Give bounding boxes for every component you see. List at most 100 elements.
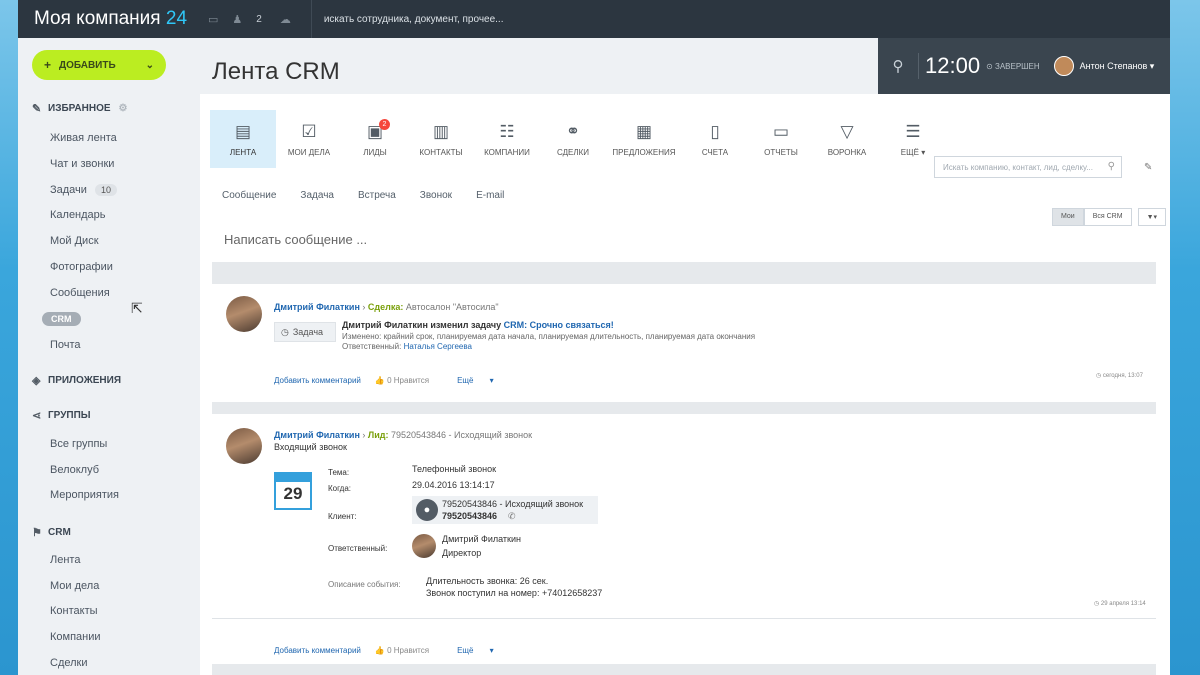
tab-label: ВОРОНКА bbox=[827, 147, 867, 157]
sidebar-item-bike-club[interactable]: Велоклуб bbox=[50, 464, 99, 476]
header-right-panel: ⚲ 12:00 ⊙ ЗАВЕРШЕН Антон Степанов ▾ bbox=[878, 38, 1170, 94]
tab-leads[interactable]: 2 ▣ ЛИДЫ bbox=[342, 110, 408, 168]
tab-deals[interactable]: ⚭ СДЕЛКИ bbox=[540, 110, 606, 168]
tab-label: СЧЕТА bbox=[701, 147, 729, 157]
crm-search-input[interactable]: Искать компанию, контакт, лид, сделку...… bbox=[934, 156, 1122, 178]
sidebar-item-messages[interactable]: Сообщения bbox=[50, 287, 110, 299]
sidebar-item-crm[interactable]: CRM bbox=[42, 312, 81, 326]
sidebar-section-apps[interactable]: ◈ ПРИЛОЖЕНИЯ bbox=[32, 374, 121, 387]
tab-invoices[interactable]: ▯ СЧЕТА bbox=[682, 110, 748, 168]
funnel-icon: ▽ bbox=[840, 121, 854, 141]
responsible-name[interactable]: Дмитрий Филаткин bbox=[442, 534, 521, 544]
tab-quotes[interactable]: ▦ ПРЕДЛОЖЕНИЯ bbox=[606, 110, 682, 168]
crm-nav: ▤ ЛЕНТА ☑ МОИ ДЕЛА 2 ▣ ЛИДЫ ▥ КОНТАКТЫ ☷ КОМПА… bbox=[210, 110, 946, 168]
entity-name[interactable]: Автосалон "Автосила" bbox=[406, 302, 499, 312]
like-button[interactable]: 👍 0 Нравится bbox=[375, 376, 443, 385]
task-chip[interactable]: ◷ Задача bbox=[274, 322, 336, 342]
sidebar-item-mail[interactable]: Почта bbox=[50, 339, 81, 351]
tab-message[interactable]: Сообщение bbox=[222, 190, 276, 201]
more-link[interactable]: Ещё ▾ bbox=[457, 646, 494, 655]
plus-icon: + bbox=[44, 58, 52, 72]
notify-count[interactable]: 2 bbox=[256, 14, 262, 25]
chat-icon[interactable]: ▭ bbox=[208, 13, 218, 26]
sidebar-item-crm-contacts[interactable]: Контакты bbox=[50, 605, 98, 617]
sidebar-section-groups[interactable]: ⋖ ГРУППЫ bbox=[32, 409, 91, 422]
tab-meeting[interactable]: Встреча bbox=[358, 190, 396, 201]
tab-label: МОИ ДЕЛА bbox=[287, 147, 331, 157]
sidebar-item-disk[interactable]: Мой Диск bbox=[50, 235, 99, 247]
sidebar-item-chat[interactable]: Чат и звонки bbox=[50, 158, 114, 170]
clock-icon: ◷ bbox=[281, 326, 289, 337]
write-message-input[interactable]: Написать сообщение ... bbox=[224, 232, 367, 247]
pencil-icon[interactable]: ✎ bbox=[1144, 162, 1152, 173]
sidebar-section-favorites[interactable]: ✎ ИЗБРАННОЕ ⚙ bbox=[32, 102, 128, 115]
sidebar-item-all-groups[interactable]: Все группы bbox=[50, 438, 107, 450]
task-changes: Изменено: крайний срок, планируемая дата… bbox=[342, 332, 755, 341]
calendar-day: 29 bbox=[283, 484, 303, 503]
tab-contacts[interactable]: ▥ КОНТАКТЫ bbox=[408, 110, 474, 168]
tab-call[interactable]: Звонок bbox=[420, 190, 452, 201]
sidebar-item-calendar[interactable]: Календарь bbox=[50, 209, 106, 221]
tab-more-label: ЕЩЁ bbox=[900, 147, 919, 157]
person-icon: ● bbox=[416, 499, 438, 521]
calendar-top bbox=[276, 474, 310, 482]
sidebar-item-events[interactable]: Мероприятия bbox=[50, 489, 119, 501]
filter-all-crm[interactable]: Вся CRM bbox=[1083, 208, 1132, 226]
tab-task[interactable]: Задача bbox=[300, 190, 334, 201]
tab-reports[interactable]: ▭ ОТЧЕТЫ bbox=[748, 110, 814, 168]
filter-icon[interactable]: ▼▾ bbox=[1137, 208, 1167, 226]
entity-name[interactable]: 79520543846 - Исходящий звонок bbox=[391, 430, 532, 440]
author-name[interactable]: Дмитрий Филаткин bbox=[274, 430, 360, 440]
like-button[interactable]: 👍 0 Нравится bbox=[375, 646, 443, 655]
theme-label: Тема: bbox=[328, 468, 350, 477]
author-avatar[interactable] bbox=[226, 428, 262, 464]
sidebar-item-crm-deals[interactable]: Сделки bbox=[50, 657, 88, 669]
people-icon: ☷ bbox=[499, 121, 515, 141]
tab-label: СДЕЛКИ bbox=[556, 147, 589, 157]
sidebar-item-label: Мои дела bbox=[50, 580, 100, 592]
more-link[interactable]: Ещё ▾ bbox=[457, 376, 494, 385]
sidebar-item-photos[interactable]: Фотографии bbox=[50, 261, 113, 273]
global-search-input[interactable]: искать сотрудника, документ, прочее... bbox=[324, 14, 504, 25]
sidebar-section-crm[interactable]: ⚑ CRM bbox=[32, 526, 71, 539]
sidebar-item-crm-companies[interactable]: Компании bbox=[50, 631, 101, 643]
task-link[interactable]: CRM: Срочно связаться! bbox=[504, 320, 614, 330]
responsible-avatar[interactable] bbox=[412, 534, 436, 558]
bell-icon[interactable]: ♟ bbox=[232, 13, 242, 26]
cloud-icon[interactable]: ☁ bbox=[280, 13, 291, 26]
logo[interactable]: Моя компания 24 bbox=[18, 8, 208, 30]
clock[interactable]: 12:00 bbox=[918, 53, 986, 79]
sidebar-item-crm-feed[interactable]: Лента bbox=[50, 554, 80, 566]
responsible-name[interactable]: Наталья Сергеева bbox=[404, 342, 472, 351]
tab-activities[interactable]: ☑ МОИ ДЕЛА bbox=[276, 110, 342, 168]
add-button[interactable]: + ДОБАВИТЬ ⌄ bbox=[32, 50, 166, 80]
add-comment-link[interactable]: Добавить комментарий bbox=[274, 646, 361, 655]
gear-icon[interactable]: ⚙ bbox=[119, 103, 128, 114]
sidebar-item-tasks[interactable]: Задачи 10 bbox=[50, 184, 117, 196]
tab-feed[interactable]: ▤ ЛЕНТА bbox=[210, 110, 276, 168]
add-comment-link[interactable]: Добавить комментарий bbox=[274, 376, 361, 385]
user-avatar[interactable] bbox=[1053, 56, 1074, 76]
sidebar-item-label: Календарь bbox=[50, 209, 106, 221]
search-icon[interactable]: ⚲ bbox=[878, 57, 918, 75]
sidebar-item-live-feed[interactable]: Живая лента bbox=[50, 132, 117, 144]
sidebar-item-crm-activities[interactable]: Мои дела bbox=[50, 580, 99, 592]
tab-companies[interactable]: ☷ КОМПАНИИ bbox=[474, 110, 540, 168]
more-label: Ещё bbox=[457, 646, 474, 655]
tab-label: КОМПАНИИ bbox=[484, 147, 530, 157]
author-name[interactable]: Дмитрий Филаткин bbox=[274, 302, 360, 312]
sidebar-item-label: Мой Диск bbox=[50, 235, 99, 247]
theme-value[interactable]: Телефонный звонок bbox=[412, 464, 496, 474]
phone-icon[interactable]: ✆ bbox=[508, 511, 516, 522]
client-card[interactable]: ● 79520543846 - Исходящий звонок 7952054… bbox=[412, 496, 598, 524]
author-avatar[interactable] bbox=[226, 296, 262, 332]
tab-email[interactable]: E-mail bbox=[476, 190, 504, 201]
tab-funnel[interactable]: ▽ ВОРОНКА bbox=[814, 110, 880, 168]
user-name[interactable]: Антон Степанов ▾ bbox=[1080, 61, 1155, 72]
clock-status[interactable]: ⊙ ЗАВЕРШЕН bbox=[986, 62, 1040, 71]
tab-label: ЛИДЫ bbox=[363, 147, 387, 157]
filter-mine[interactable]: Мои bbox=[1052, 208, 1084, 226]
client-link[interactable]: 79520543846 - Исходящий звонок bbox=[442, 499, 583, 509]
entity-type: Сделка: bbox=[367, 302, 404, 312]
search-icon[interactable]: ⚲ bbox=[1108, 161, 1115, 172]
